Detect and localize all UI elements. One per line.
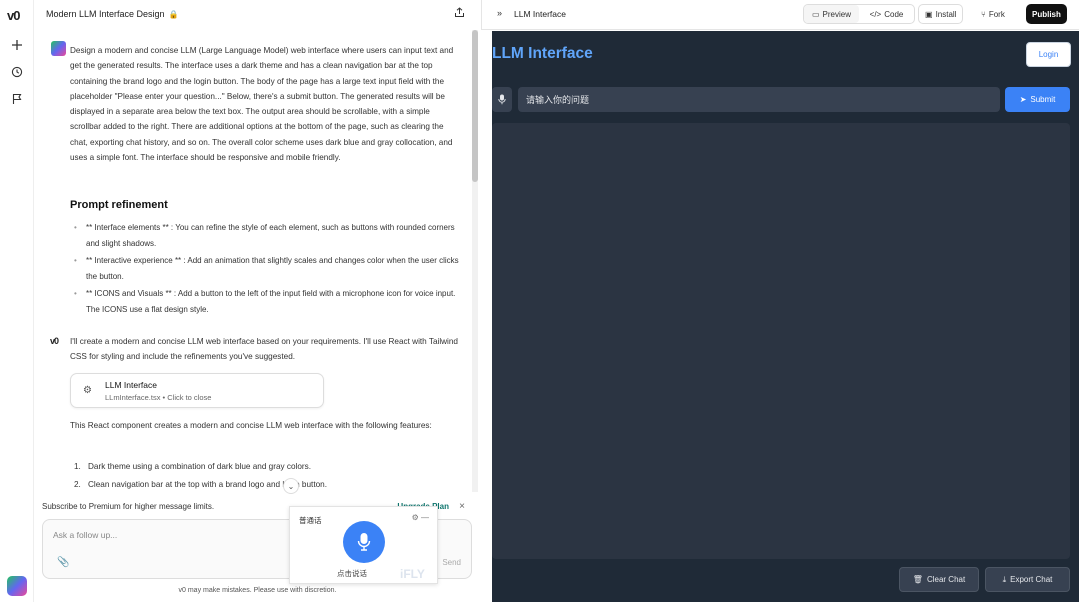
export-chat-button[interactable]: ⤓ Export Chat [985,567,1070,592]
microphone-button[interactable] [343,521,385,563]
user-message: Design a modern and concise LLM (Large L… [70,46,454,163]
preview-title: LLM Interface [514,9,566,19]
microphone-icon [357,533,371,551]
code-icon: </> [869,9,882,19]
scroll-down-button[interactable]: ⌄ [283,478,299,494]
monitor-icon: ▭ [811,9,820,19]
v0-badge-icon: v0 [50,336,59,346]
lock-icon: 🔒 [168,9,179,19]
preview-panel: » LLM Interface ▭ Preview </> Code ▣ Instal… [481,0,1079,602]
disclaimer: v0 may make mistakes. Please use with di… [178,587,337,594]
ifly-logo: iFLY [400,567,425,581]
feature-item: 1. Dark theme using a combination of dark… [74,462,312,471]
assistant-reply: I'll create a modern and concise LLM web… [70,337,458,362]
output-area[interactable] [492,123,1070,559]
v0-logo[interactable]: v0 [7,8,21,23]
user-avatar[interactable] [7,576,27,596]
refine-list: ** Interface elements ** : You can refin… [74,220,464,319]
preview-tab[interactable]: ▭ Preview [804,5,859,23]
scrollbar-thumb[interactable] [472,30,478,182]
trash-icon: 🗑 [912,575,923,584]
left-rail: v0 [0,0,34,602]
premium-text: Subscribe to Premium for higher message … [42,502,215,511]
voice-button[interactable] [492,87,512,112]
popup-controls[interactable]: ⚙ — [412,513,429,522]
fork-button[interactable]: ⑂ Fork [975,4,1011,24]
app-brand: LLM Interface [492,45,593,62]
feature-item: 2. Clean navigation bar at the top with a… [74,480,327,489]
close-icon[interactable]: × [459,501,465,512]
login-button[interactable]: Login [1026,42,1071,67]
refine-heading: Prompt refinement [70,199,168,211]
gear-icon: ⚙ [83,385,92,396]
chat-header: Modern LLM Interface Design 🔒 [34,0,481,28]
terminal-icon: ▣ [925,9,933,19]
clear-chat-button[interactable]: 🗑 Clear Chat [899,567,979,592]
view-toggle: ▭ Preview </> Code [803,4,915,24]
send-button[interactable]: Send [442,558,461,567]
submit-button[interactable]: ➤ Submit [1005,87,1070,112]
collapse-icon[interactable]: » [497,8,502,18]
publish-button[interactable]: Publish [1026,4,1067,24]
language-label[interactable]: 普通话 [299,515,322,526]
send-icon: ➤ [1019,95,1027,104]
code-artifact-card[interactable]: ⚙ LLM Interface LLmInterface.tsx • Click… [70,373,324,408]
attach-icon[interactable]: 📎 [57,557,69,568]
refine-item: ** Interactive experience ** : Add an an… [74,253,464,284]
preview-toolbar: » LLM Interface ▭ Preview </> Code ▣ Instal… [481,0,1079,30]
chat-scroll-area[interactable]: Design a modern and concise LLM (Large L… [34,30,481,496]
share-icon[interactable] [454,7,465,20]
history-icon[interactable] [9,64,25,80]
chat-title[interactable]: Modern LLM Interface Design [46,9,165,19]
voice-hint: 点击说话 [337,569,367,578]
flag-icon[interactable] [9,91,25,107]
feature-list: 1. Dark theme using a combination of dark… [74,458,464,494]
code-tab[interactable]: </> Code [859,5,914,23]
voice-input-popup: 普通话 ⚙ — 点击说话 iFLY [289,506,438,584]
prompt-input[interactable]: 请输入你的问题 [518,87,1000,112]
install-button[interactable]: ▣ Install [918,4,964,24]
plus-icon[interactable] [9,37,25,53]
chat-scrollbar[interactable] [472,30,478,492]
user-avatar-small [51,41,66,56]
microphone-icon [498,94,506,105]
llm-app: LLM Interface Login 请输入你的问题 ➤ Submit 🗑 Cle… [492,31,1079,602]
follow-up-input[interactable] [53,527,293,543]
card-subtitle: LLmInterface.tsx • Click to close [105,393,212,402]
download-icon: ⤓ [1002,574,1007,584]
assistant-paragraph: This React component creates a modern an… [70,421,432,430]
refine-item: ** ICONS and Visuals ** : Add a button t… [74,286,464,317]
card-title: LLM Interface [105,380,157,390]
refine-item: ** Interface elements ** : You can refin… [74,220,464,251]
fork-icon: ⑂ [981,9,986,19]
